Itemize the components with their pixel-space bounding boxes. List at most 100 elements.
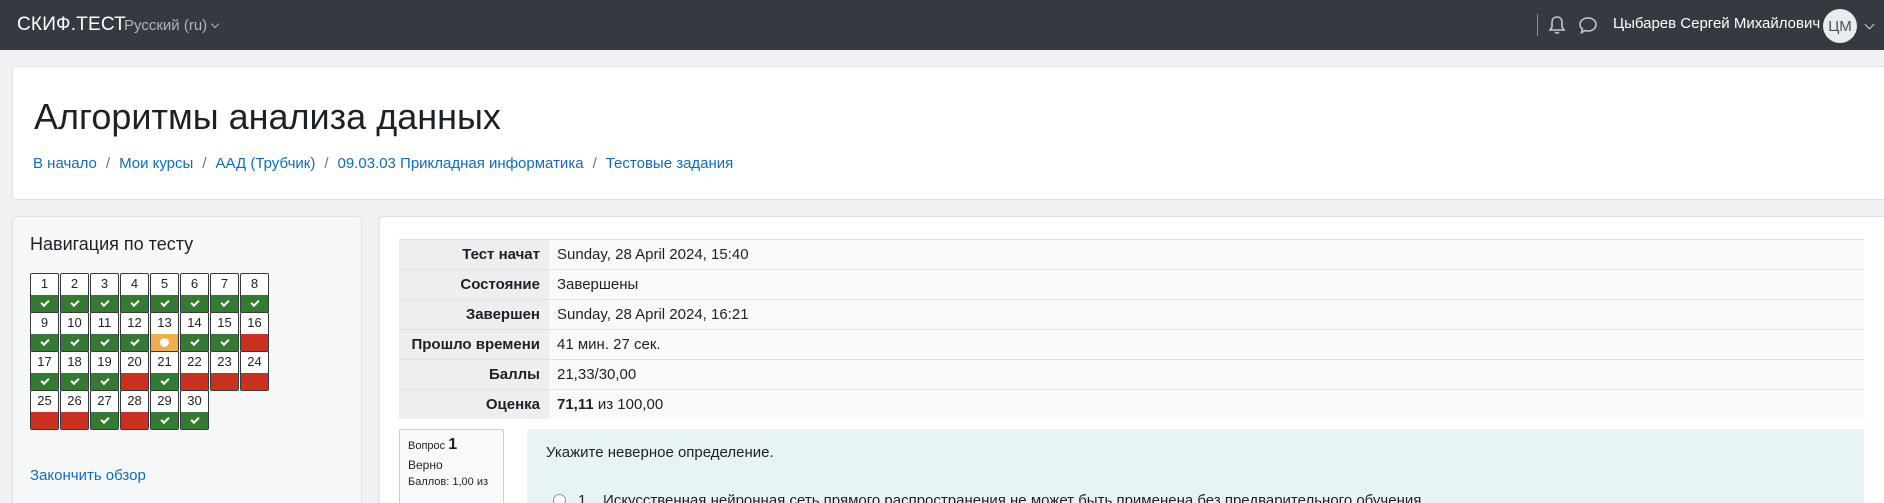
question-nav-button[interactable]: 18 bbox=[60, 351, 89, 391]
chat-icon[interactable] bbox=[1578, 16, 1598, 34]
question-status-indicator bbox=[151, 295, 178, 312]
question-nav-number: 28 bbox=[127, 393, 142, 408]
question-nav-number: 9 bbox=[40, 315, 49, 330]
grade-suffix: из 100,00 bbox=[593, 396, 664, 413]
question-nav-number: 18 bbox=[67, 354, 82, 369]
answer-option-text: Искусственная нейронная сеть прямого рас… bbox=[603, 492, 1426, 503]
question-nav-button[interactable]: 4 bbox=[120, 273, 149, 313]
question-status-indicator bbox=[181, 373, 208, 390]
question-nav-number: 30 bbox=[187, 393, 202, 408]
question-nav-button[interactable]: 29 bbox=[150, 390, 179, 430]
language-menu[interactable]: Русский (ru) bbox=[124, 17, 220, 34]
question-nav-button[interactable]: 2 bbox=[60, 273, 89, 313]
question-nav-button[interactable]: 30 bbox=[180, 390, 209, 430]
breadcrumb-home[interactable]: В начало bbox=[33, 155, 97, 172]
check-icon bbox=[69, 297, 80, 308]
question-nav-button[interactable]: 1 bbox=[30, 273, 59, 313]
question-status-indicator bbox=[151, 334, 178, 351]
question-status-indicator bbox=[91, 295, 118, 312]
breadcrumb-quiz[interactable]: Тестовые задания bbox=[606, 155, 734, 172]
top-navbar: СКИФ.ТЕСТ Русский (ru) Цыбарев Сергей Ми… bbox=[0, 0, 1884, 50]
question-nav-button[interactable]: 24 bbox=[240, 351, 269, 391]
question-number-value: 1 bbox=[448, 436, 458, 453]
question-number: Вопрос 1 bbox=[408, 436, 495, 454]
summary-label: Оценка bbox=[399, 389, 549, 419]
question-nav-button[interactable]: 26 bbox=[60, 390, 89, 430]
question-status-indicator bbox=[211, 334, 238, 351]
check-icon bbox=[159, 375, 170, 386]
breadcrumb-course[interactable]: ААД (Трубчик) bbox=[215, 155, 315, 172]
attempt-summary-table: Тест начат Sunday, 28 April 2024, 15:40 С… bbox=[399, 239, 1864, 419]
question-nav-button[interactable]: 28 bbox=[120, 390, 149, 430]
summary-label: Тест начат bbox=[399, 239, 549, 270]
question-text: Укажите неверное определение. bbox=[546, 444, 774, 461]
question-nav-number: 27 bbox=[97, 393, 112, 408]
summary-label: Баллы bbox=[399, 359, 549, 390]
question-nav-number: 13 bbox=[157, 315, 172, 330]
summary-row-time-taken: Прошло времени 41 мин. 27 сек. bbox=[399, 329, 1864, 360]
question-nav-button[interactable]: 11 bbox=[90, 312, 119, 352]
question-nav-button[interactable]: 8 bbox=[240, 273, 269, 313]
question-status-indicator bbox=[241, 334, 268, 351]
question-nav-button[interactable]: 25 bbox=[30, 390, 59, 430]
partial-dot-icon bbox=[160, 338, 169, 347]
question-nav-button[interactable]: 14 bbox=[180, 312, 209, 352]
answer-option[interactable]: 1. Искусственная нейронная сеть прямого … bbox=[553, 492, 1426, 503]
question-nav-button[interactable]: 9 bbox=[30, 312, 59, 352]
question-prefix: Вопрос bbox=[408, 440, 446, 452]
question-nav-button[interactable]: 6 bbox=[180, 273, 209, 313]
check-icon bbox=[39, 336, 50, 347]
check-icon bbox=[159, 414, 170, 425]
question-nav-button[interactable]: 3 bbox=[90, 273, 119, 313]
check-icon bbox=[129, 336, 140, 347]
question-nav-button[interactable]: 5 bbox=[150, 273, 179, 313]
question-nav-number: 15 bbox=[217, 315, 232, 330]
check-icon bbox=[39, 297, 50, 308]
summary-value: 21,33/30,00 bbox=[549, 359, 1864, 390]
question-nav-number: 1 bbox=[40, 276, 49, 291]
question-status-indicator bbox=[211, 373, 238, 390]
question-nav-button[interactable]: 22 bbox=[180, 351, 209, 391]
question-nav-button[interactable]: 27 bbox=[90, 390, 119, 430]
check-icon bbox=[99, 375, 110, 386]
radio-button[interactable] bbox=[553, 494, 566, 503]
question-nav-button[interactable]: 23 bbox=[210, 351, 239, 391]
check-icon bbox=[189, 414, 200, 425]
question-nav-button[interactable]: 21 bbox=[150, 351, 179, 391]
question-nav-button[interactable]: 10 bbox=[60, 312, 89, 352]
question-status-indicator bbox=[61, 334, 88, 351]
breadcrumb: В начало / Мои курсы / ААД (Трубчик) / 09.03.0… bbox=[33, 155, 733, 172]
question-status-indicator bbox=[151, 412, 178, 429]
question-nav-number: 26 bbox=[67, 393, 82, 408]
question-nav-number: 11 bbox=[97, 315, 112, 330]
breadcrumb-my-courses[interactable]: Мои курсы bbox=[119, 155, 193, 172]
question-status-indicator bbox=[91, 334, 118, 351]
question-nav-button[interactable]: 19 bbox=[90, 351, 119, 391]
question-nav-button[interactable]: 16 bbox=[240, 312, 269, 352]
user-menu-chevron-icon[interactable] bbox=[1864, 19, 1875, 30]
site-brand[interactable]: СКИФ.ТЕСТ bbox=[17, 14, 126, 36]
question-status-indicator bbox=[211, 295, 238, 312]
question-nav-button[interactable]: 12 bbox=[120, 312, 149, 352]
question-nav-number: 29 bbox=[157, 393, 172, 408]
chevron-down-icon bbox=[210, 19, 220, 29]
question-status-indicator bbox=[61, 412, 88, 429]
question-nav-button[interactable]: 7 bbox=[210, 273, 239, 313]
finish-review-link[interactable]: Закончить обзор bbox=[30, 467, 146, 484]
question-nav-button[interactable]: 13 bbox=[150, 312, 179, 352]
breadcrumb-section[interactable]: 09.03.03 Прикладная информатика bbox=[338, 155, 584, 172]
question-nav-number: 5 bbox=[160, 276, 169, 291]
avatar[interactable]: ЦМ bbox=[1823, 9, 1857, 43]
question-status-indicator bbox=[31, 295, 58, 312]
quiz-navigation-title: Навигация по тесту bbox=[30, 234, 194, 254]
user-name[interactable]: Цыбарев Сергей Михайлович bbox=[1613, 15, 1820, 32]
question-nav-button[interactable]: 20 bbox=[120, 351, 149, 391]
check-icon bbox=[219, 297, 230, 308]
question-nav-button[interactable]: 15 bbox=[210, 312, 239, 352]
question-status-indicator bbox=[61, 295, 88, 312]
summary-row-grade: Оценка 71,11 из 100,00 bbox=[399, 389, 1864, 419]
question-nav-button[interactable]: 17 bbox=[30, 351, 59, 391]
bell-icon[interactable] bbox=[1548, 15, 1566, 35]
question-status-indicator bbox=[181, 295, 208, 312]
summary-value: Sunday, 28 April 2024, 15:40 bbox=[549, 239, 1864, 270]
